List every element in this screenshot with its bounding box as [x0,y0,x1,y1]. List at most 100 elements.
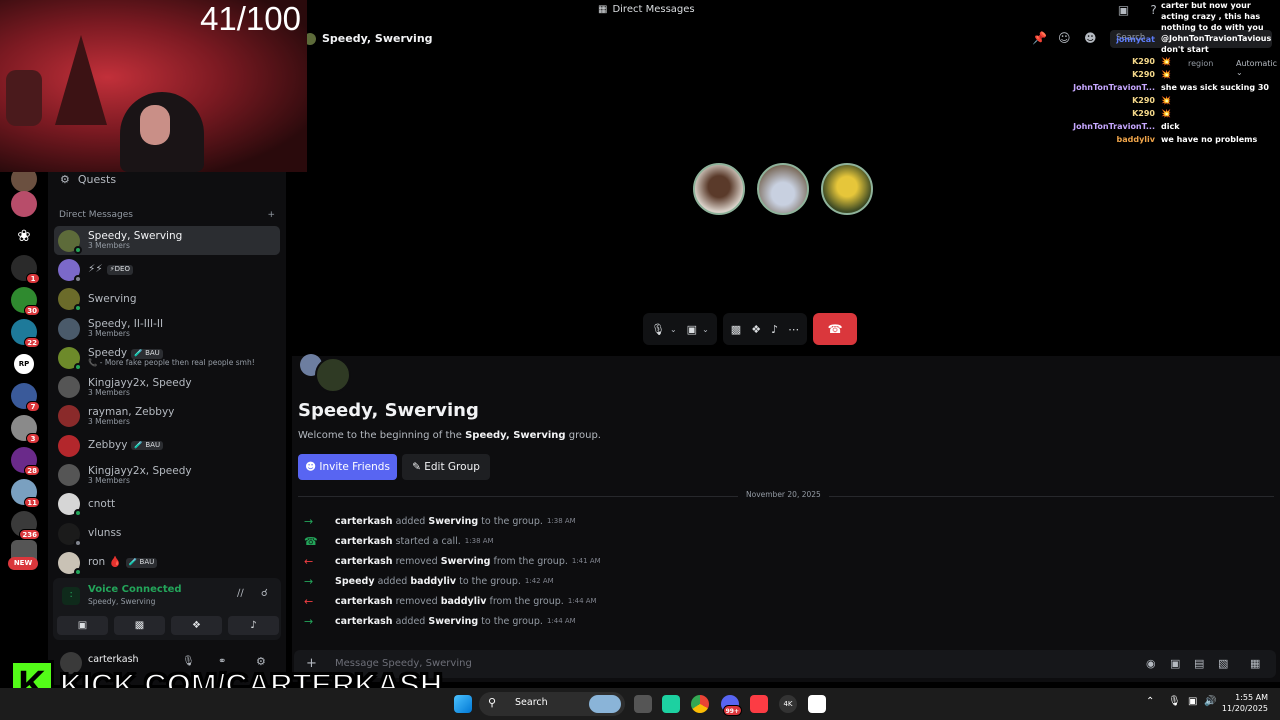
dm-sidebar: ⚙ Quests Direct Messages + Speedy, Swerv… [48,170,286,685]
dm-name: vlunss [88,527,122,540]
server-icon[interactable]: RP [11,351,37,377]
target[interactable]: baddyliv [441,596,487,607]
screenshare-icon[interactable]: ▩ [731,323,741,336]
server-icon[interactable] [11,191,37,217]
network-icon[interactable]: ▣ [1188,696,1197,707]
app-icon[interactable] [662,695,680,713]
server-rail: ❀ 1 30 22 RP 7 3 28 11 236 NEW [0,166,48,680]
server-icon[interactable]: 236 [11,511,40,540]
target[interactable]: baddyliv [410,576,456,587]
unread-badge: 11 [24,497,40,508]
server-icon[interactable]: 11 [11,479,40,508]
target[interactable]: Swerving [428,616,478,627]
server-icon[interactable]: 1 [11,255,40,284]
server-icon[interactable]: 3 [11,415,40,444]
start-icon[interactable] [454,695,472,713]
music-icon[interactable] [750,695,768,713]
dm-item[interactable]: ⚡⚡ ⚡DEO [54,255,280,284]
noise-suppression-icon[interactable]: ∕∕ [237,588,244,599]
gift-icon[interactable]: ◉ [1146,657,1156,670]
clock[interactable]: 1:55 AM 11/20/2025 [1220,692,1268,714]
soundboard-button[interactable]: ♪ [228,616,279,635]
chevron-down-icon[interactable]: ⌄ [702,325,709,334]
date-divider: November 20, 2025 [298,490,1274,499]
chat-message: 💥 [1161,96,1171,105]
dm-item[interactable]: Speedy, Swerving 3 Members [54,226,280,256]
actor[interactable]: Speedy [335,576,375,587]
invite-friends-button[interactable]: ☻ Invite Friends [298,454,397,480]
quests-icon: ⚙ [60,173,70,186]
dm-item[interactable]: vlunss [54,519,280,548]
dm-item[interactable]: Swerving [54,285,280,314]
dm-item[interactable]: Speedy 🧪 BAU 📞 - More fake people then re… [54,343,280,372]
server-icon[interactable]: 30 [11,287,40,316]
avatar [58,405,80,428]
sticker-icon[interactable]: ▤ [1194,657,1204,670]
end-call-button[interactable]: ☎ [813,313,858,345]
actor[interactable]: carterkash [335,596,393,607]
tray-mic-icon[interactable]: 🎙 [1168,696,1181,707]
gif-icon[interactable]: ▣ [1170,657,1180,670]
camera-off-icon[interactable]: ▣ [687,323,697,336]
dm-list: Speedy, Swerving 3 Members ⚡⚡ ⚡DEO Swervi… [54,226,280,578]
chat-user: K290 [1132,57,1155,66]
system-message: ← carterkash removed Swerving from the g… [304,554,601,568]
volume-icon[interactable]: 🔊 [1204,696,1216,707]
chat-message: @JohnTonTravionTavious don't start [1161,34,1272,54]
disconnect-icon[interactable]: ☌ [261,588,268,599]
tray-chevron-icon[interactable]: ⌃ [1146,696,1154,707]
timestamp: 1:41 AM [571,557,601,565]
server-icon[interactable]: 22 [11,319,40,348]
signal-icon[interactable]: ∶ [62,587,80,605]
discord-icon[interactable]: 99+ [721,695,742,716]
camera-button[interactable]: ▣ [57,616,108,635]
unread-badge: 22 [24,337,40,348]
avatar [58,551,82,576]
actor[interactable]: carterkash [335,616,393,627]
server-icon[interactable]: ❀ [11,223,37,249]
status-indicator [74,538,82,547]
activities-icon[interactable]: ❖ [751,323,761,336]
screenshare-button[interactable]: ▩ [114,616,165,635]
quests-link[interactable]: ⚙ Quests [60,173,116,186]
dm-name: Kingjayy2x, Speedy [88,464,192,477]
chevron-down-icon[interactable]: ⌄ [670,325,677,334]
server-icon[interactable]: 28 [11,447,40,476]
dm-item[interactable]: Zebbyy 🧪 BAU [54,431,280,460]
dm-item[interactable]: Speedy, II-III-II 3 Members [54,314,280,343]
participant-avatar[interactable] [821,163,873,215]
pin-icon[interactable]: 📌 [1032,31,1047,45]
dm-item[interactable]: rayman, Zebbyy 3 Members [54,402,280,431]
new-unreads-pill[interactable]: NEW [8,557,38,570]
apps-icon[interactable]: ▦ [1250,657,1260,670]
dm-subtext: 📞 - More fake people then real people sm… [88,358,255,368]
dm-item[interactable]: cnott [54,490,280,519]
create-dm-button[interactable]: + [267,210,275,220]
emoji-icon[interactable]: ▧ [1218,657,1228,670]
actor[interactable]: carterkash [335,516,393,527]
task-view-icon[interactable] [634,695,652,713]
avatar [58,288,82,313]
more-icon[interactable]: ⋯ [788,323,799,336]
target[interactable]: Swerving [441,556,491,567]
dm-subtext: 3 Members [88,475,130,485]
voice-status[interactable]: Voice Connected [88,584,182,595]
dm-item[interactable]: ron 🩸 🧪 BAU [54,548,280,577]
edit-group-button[interactable]: ✎ Edit Group [402,454,490,480]
mic-icon[interactable]: 🎙 [651,323,665,336]
server-icon[interactable]: 7 [11,383,40,412]
4k-app-icon[interactable]: 4K [779,695,797,713]
activities-button[interactable]: ❖ [171,616,222,635]
actor[interactable]: carterkash [335,556,393,567]
soundboard-icon[interactable]: ♪ [771,323,778,336]
chrome-icon[interactable] [691,695,709,713]
target[interactable]: Swerving [428,516,478,527]
taskbar-search[interactable]: ⚲ Search [479,692,625,716]
voice-channel[interactable]: Speedy, Swerving [88,597,155,606]
dm-item[interactable]: Kingjayy2x, Speedy 3 Members [54,460,280,489]
actor[interactable]: carterkash [335,536,393,547]
participant-avatar[interactable] [693,163,745,215]
dm-item[interactable]: Kingjayy2x, Speedy 3 Members [54,372,280,401]
participant-avatar[interactable] [757,163,809,215]
obs-icon[interactable] [808,695,826,713]
